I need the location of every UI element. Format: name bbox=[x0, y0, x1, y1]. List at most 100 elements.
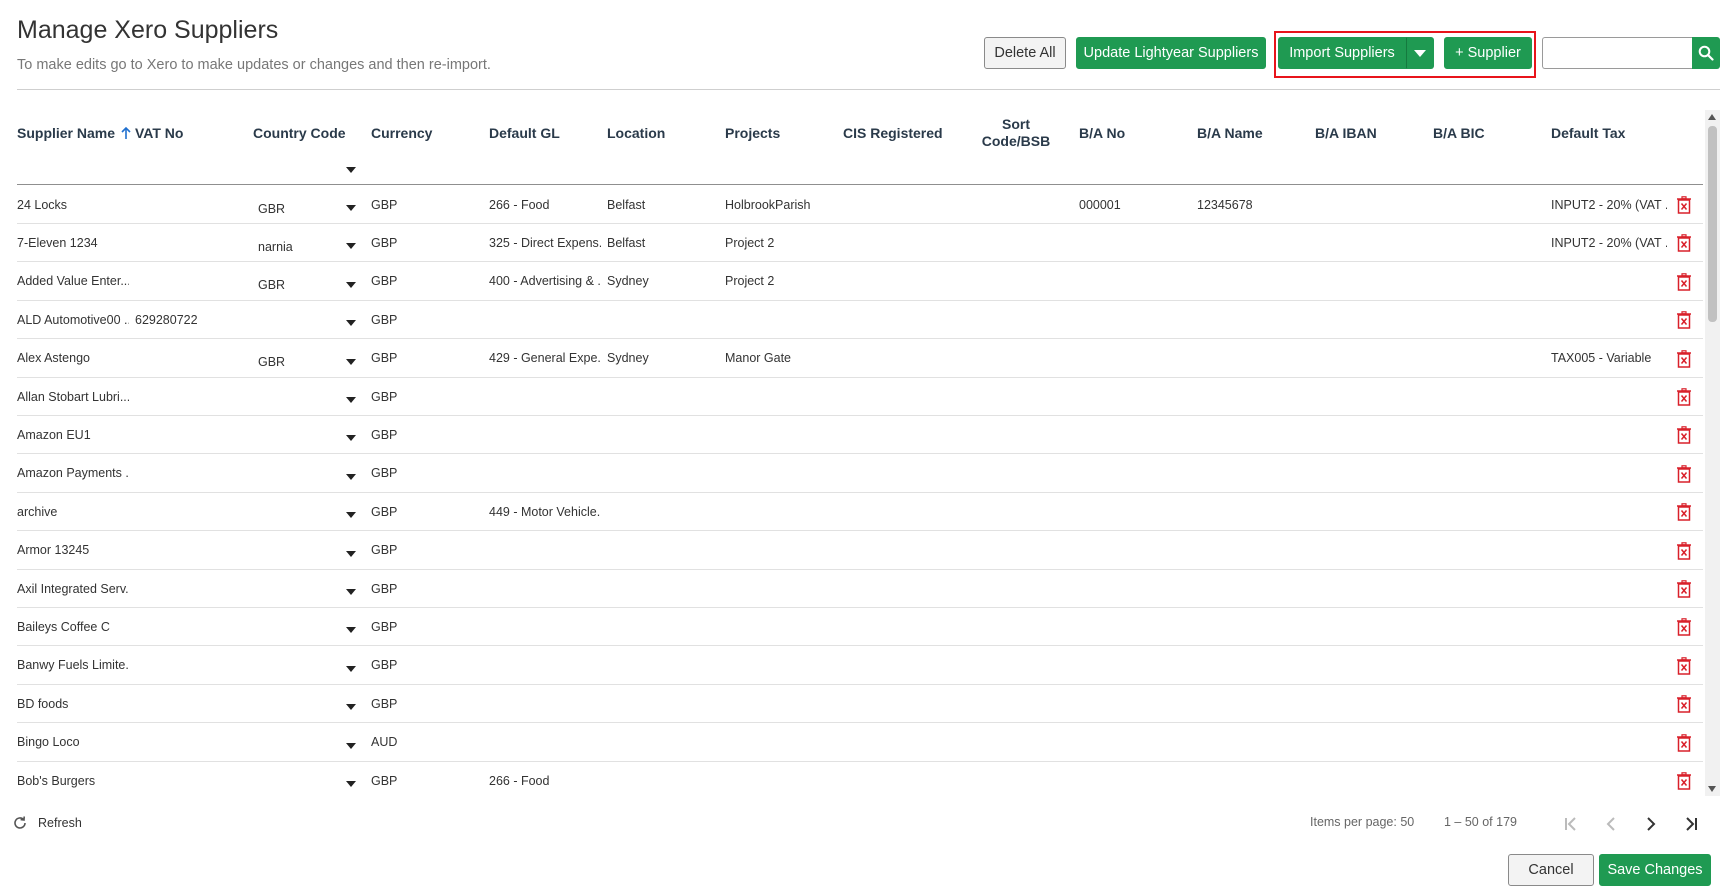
table-row[interactable]: Bob's Burgers GBP 266 - Food bbox=[17, 762, 1703, 796]
country-dropdown-icon[interactable] bbox=[346, 281, 356, 288]
country-code-select[interactable] bbox=[258, 420, 338, 457]
delete-row-icon[interactable] bbox=[1676, 541, 1692, 560]
col-default-tax[interactable]: Default Tax bbox=[1551, 110, 1625, 155]
update-lightyear-suppliers-button[interactable]: Update Lightyear Suppliers bbox=[1076, 37, 1266, 69]
table-row[interactable]: 24 Locks GBP 266 - Food Belfast HolbrookPari… bbox=[17, 186, 1703, 224]
country-filter-dropdown-icon[interactable] bbox=[346, 167, 356, 173]
delete-row-icon[interactable] bbox=[1676, 464, 1692, 483]
country-code-select[interactable] bbox=[258, 382, 338, 419]
table-row[interactable]: Bingo Loco AUD bbox=[17, 724, 1703, 762]
country-dropdown-icon[interactable] bbox=[346, 243, 356, 250]
default-tax-cell bbox=[1551, 263, 1667, 300]
delete-row-icon[interactable] bbox=[1676, 196, 1692, 214]
next-page-button[interactable] bbox=[1639, 812, 1663, 836]
country-dropdown-icon[interactable] bbox=[346, 550, 356, 557]
col-ba-bic[interactable]: B/A BIC bbox=[1433, 110, 1485, 155]
scroll-down-icon[interactable] bbox=[1708, 786, 1716, 792]
table-row[interactable]: Baileys Coffee C GBP bbox=[17, 608, 1703, 649]
last-page-button[interactable] bbox=[1679, 812, 1703, 836]
items-per-page[interactable]: Items per page: 50 bbox=[1310, 815, 1414, 829]
table-row[interactable]: Allan Stobart Lubri... GBP bbox=[17, 378, 1703, 416]
delete-row-icon[interactable] bbox=[1676, 733, 1692, 752]
refresh-button[interactable]: Refresh bbox=[12, 815, 82, 831]
country-code-select[interactable]: GBR bbox=[258, 267, 338, 304]
delete-row-icon[interactable] bbox=[1676, 426, 1692, 445]
col-ba-name[interactable]: B/A Name bbox=[1197, 110, 1263, 155]
table-scrollbar[interactable] bbox=[1705, 110, 1720, 796]
scroll-thumb[interactable] bbox=[1708, 126, 1717, 322]
col-country-code[interactable]: Country Code bbox=[253, 110, 346, 155]
country-code-select[interactable] bbox=[258, 459, 338, 496]
delete-row-icon[interactable] bbox=[1676, 349, 1692, 368]
table-row[interactable]: archive GBP 449 - Motor Vehicle... bbox=[17, 493, 1703, 534]
country-dropdown-icon[interactable] bbox=[346, 665, 356, 672]
country-code-select[interactable] bbox=[258, 651, 338, 688]
table-row[interactable]: 7-Eleven 1234 GBP 325 - Direct Expens... Be… bbox=[17, 224, 1703, 265]
delete-row-icon[interactable] bbox=[1676, 503, 1692, 521]
add-supplier-button[interactable]: + Supplier bbox=[1444, 37, 1532, 69]
col-currency[interactable]: Currency bbox=[371, 110, 432, 155]
country-code-select[interactable] bbox=[258, 728, 338, 765]
country-code-select[interactable]: narnia bbox=[258, 228, 338, 265]
delete-row-icon[interactable] bbox=[1676, 234, 1692, 253]
delete-row-icon[interactable] bbox=[1676, 272, 1692, 291]
table-row[interactable]: Amazon Payments ... GBP bbox=[17, 455, 1703, 493]
col-supplier-name[interactable]: Supplier Name bbox=[17, 110, 133, 155]
delete-row-icon[interactable] bbox=[1676, 580, 1692, 598]
country-code-select[interactable] bbox=[258, 305, 338, 342]
col-projects[interactable]: Projects bbox=[725, 110, 780, 155]
country-dropdown-icon[interactable] bbox=[346, 358, 356, 365]
save-changes-button[interactable]: Save Changes bbox=[1599, 854, 1711, 886]
col-default-gl[interactable]: Default GL bbox=[489, 110, 560, 155]
scroll-up-icon[interactable] bbox=[1708, 114, 1716, 120]
country-dropdown-icon[interactable] bbox=[346, 397, 356, 403]
country-code-select[interactable] bbox=[258, 497, 338, 534]
country-dropdown-icon[interactable] bbox=[346, 742, 356, 749]
delete-row-icon[interactable] bbox=[1676, 388, 1692, 406]
table-row[interactable]: Armor 13245 GBP bbox=[17, 532, 1703, 570]
country-code-select[interactable] bbox=[258, 766, 338, 796]
col-ba-no[interactable]: B/A No bbox=[1079, 110, 1125, 155]
table-row[interactable]: Amazon EU1 GBP bbox=[17, 416, 1703, 457]
country-dropdown-icon[interactable] bbox=[346, 205, 356, 211]
first-page-button[interactable] bbox=[1559, 812, 1583, 836]
supplier-name-cell: 7-Eleven 1234 bbox=[17, 235, 98, 250]
table-row[interactable]: ALD Automotive00 ... 629280722 GBP bbox=[17, 301, 1703, 342]
table-row[interactable]: Axil Integrated Serv... GBP bbox=[17, 570, 1703, 608]
col-sort-code[interactable]: Sort Code/BSB bbox=[971, 110, 1061, 155]
import-suppliers-button[interactable]: Import Suppliers bbox=[1278, 37, 1406, 69]
delete-row-icon[interactable] bbox=[1676, 772, 1692, 790]
import-suppliers-dropdown-button[interactable] bbox=[1406, 37, 1434, 69]
country-code-select[interactable]: GBR bbox=[258, 190, 338, 227]
country-code-select[interactable] bbox=[258, 536, 338, 573]
delete-all-button[interactable]: Delete All bbox=[984, 37, 1066, 69]
country-code-select[interactable] bbox=[258, 689, 338, 726]
country-dropdown-icon[interactable] bbox=[346, 704, 356, 711]
country-code-select[interactable]: GBR bbox=[258, 344, 338, 381]
country-dropdown-icon[interactable] bbox=[346, 589, 356, 595]
country-dropdown-icon[interactable] bbox=[346, 435, 356, 442]
country-dropdown-icon[interactable] bbox=[346, 781, 356, 787]
country-dropdown-icon[interactable] bbox=[346, 512, 356, 519]
delete-row-icon[interactable] bbox=[1676, 311, 1692, 329]
delete-row-icon[interactable] bbox=[1676, 618, 1692, 637]
col-ba-iban[interactable]: B/A IBAN bbox=[1315, 110, 1377, 155]
table-row[interactable]: Added Value Enter... GBP 400 - Advertising… bbox=[17, 263, 1703, 301]
col-location[interactable]: Location bbox=[607, 110, 665, 155]
country-code-select[interactable] bbox=[258, 574, 338, 611]
cancel-button[interactable]: Cancel bbox=[1508, 854, 1594, 886]
col-vat-no[interactable]: VAT No bbox=[135, 110, 183, 155]
table-row[interactable]: Alex Astengo GBP 429 - General Expe... Sydn… bbox=[17, 340, 1703, 378]
delete-row-icon[interactable] bbox=[1676, 656, 1692, 675]
table-row[interactable]: BD foods GBP bbox=[17, 685, 1703, 726]
country-dropdown-icon[interactable] bbox=[346, 473, 356, 480]
col-cis-registered[interactable]: CIS Registered bbox=[843, 110, 943, 155]
search-input[interactable] bbox=[1542, 37, 1692, 69]
delete-row-icon[interactable] bbox=[1676, 695, 1692, 713]
country-code-select[interactable] bbox=[258, 612, 338, 649]
previous-page-button[interactable] bbox=[1599, 812, 1623, 836]
search-button[interactable] bbox=[1692, 37, 1720, 69]
country-dropdown-icon[interactable] bbox=[346, 627, 356, 634]
table-row[interactable]: Banwy Fuels Limite... GBP bbox=[17, 647, 1703, 685]
country-dropdown-icon[interactable] bbox=[346, 320, 356, 327]
